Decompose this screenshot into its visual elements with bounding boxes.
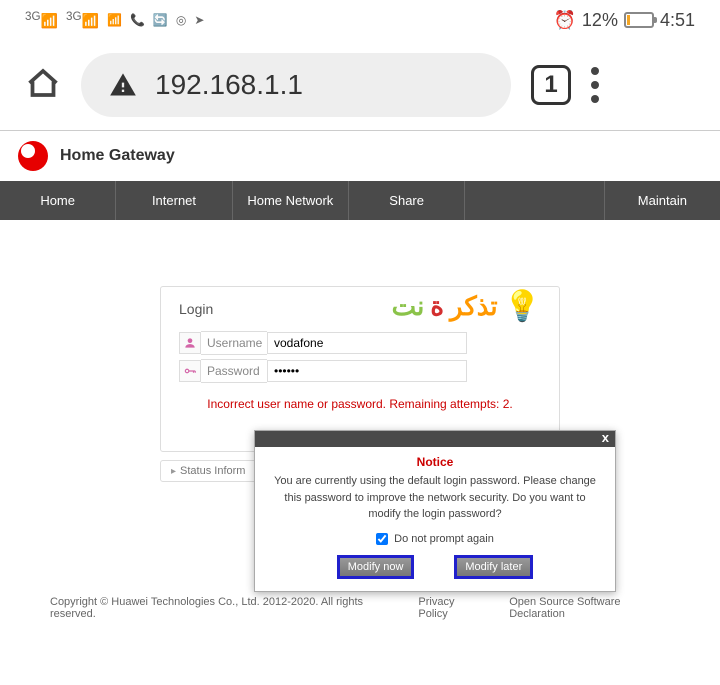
url-text: 192.168.1.1 bbox=[155, 69, 303, 101]
swift-icon: ➤ bbox=[194, 13, 204, 27]
nav-home[interactable]: Home bbox=[0, 181, 116, 220]
watermark-brand: نت ة تذكر 💡 bbox=[392, 289, 541, 324]
key-icon bbox=[179, 360, 201, 382]
privacy-link[interactable]: Privacy Policy bbox=[418, 596, 483, 620]
alarm-icon: ⏰ bbox=[554, 10, 576, 31]
password-row: Password bbox=[179, 359, 541, 383]
wifi-icon: 📶 bbox=[107, 13, 122, 27]
page-header: Home Gateway bbox=[0, 131, 720, 181]
nav-internet[interactable]: Internet bbox=[116, 181, 232, 220]
do-not-prompt-input[interactable] bbox=[376, 533, 388, 545]
status-right: ⏰ 12% 4:51 bbox=[554, 10, 696, 31]
modal-body: Notice You are currently using the defau… bbox=[255, 447, 615, 591]
username-label: Username bbox=[201, 331, 267, 355]
battery-pct: 12% bbox=[582, 10, 618, 31]
password-input[interactable] bbox=[267, 360, 467, 382]
phone-icon: 📞 bbox=[130, 13, 145, 27]
status-left: 3G📶 3G📶 📶 📞 🔄 ◎ ➤ bbox=[25, 10, 204, 30]
password-notice-modal: x Notice You are currently using the def… bbox=[254, 430, 616, 592]
copyright-text: Copyright © Huawei Technologies Co., Ltd… bbox=[50, 596, 392, 620]
nav-maintain[interactable]: Maintain bbox=[605, 181, 720, 220]
login-box: Login Username Password نت ة تذكر bbox=[160, 286, 560, 452]
chrome-icon: ◎ bbox=[176, 13, 186, 27]
modify-later-button[interactable]: Modify later bbox=[454, 555, 533, 579]
username-input[interactable] bbox=[267, 332, 467, 354]
nav-home-network[interactable]: Home Network bbox=[233, 181, 349, 220]
browser-toolbar: 192.168.1.1 1 bbox=[0, 40, 720, 130]
modify-now-button[interactable]: Modify now bbox=[337, 555, 415, 579]
browser-menu-button[interactable] bbox=[591, 67, 599, 103]
user-icon bbox=[179, 332, 201, 354]
vodafone-logo-icon bbox=[18, 141, 48, 171]
page-title: Home Gateway bbox=[60, 147, 175, 165]
browser-home-button[interactable] bbox=[25, 65, 61, 106]
signal-2: 3G📶 bbox=[66, 10, 99, 30]
modal-text: You are currently using the default logi… bbox=[267, 473, 603, 523]
clock-time: 4:51 bbox=[660, 10, 695, 31]
bulb-icon: 💡 bbox=[504, 289, 541, 324]
battery-icon bbox=[624, 12, 654, 28]
do-not-prompt-checkbox[interactable]: Do not prompt again bbox=[267, 533, 603, 545]
signal-1: 3G📶 bbox=[25, 10, 58, 30]
main-nav: Home Internet Home Network Share Maintai… bbox=[0, 181, 720, 220]
insecure-icon bbox=[109, 71, 137, 99]
modal-header: x bbox=[255, 431, 615, 447]
nav-spacer bbox=[465, 181, 604, 220]
android-status-bar: 3G📶 3G📶 📶 📞 🔄 ◎ ➤ ⏰ 12% 4:51 bbox=[0, 0, 720, 40]
modal-close-button[interactable]: x bbox=[602, 430, 609, 445]
sync-icon: 🔄 bbox=[153, 13, 168, 27]
login-error: Incorrect user name or password. Remaini… bbox=[179, 397, 541, 411]
modal-buttons: Modify now Modify later bbox=[267, 555, 603, 579]
tab-count-button[interactable]: 1 bbox=[531, 65, 571, 105]
username-row: Username bbox=[179, 331, 541, 355]
password-label: Password bbox=[201, 359, 267, 383]
nav-share[interactable]: Share bbox=[349, 181, 465, 220]
url-bar[interactable]: 192.168.1.1 bbox=[81, 53, 511, 117]
oss-link[interactable]: Open Source Software Declaration bbox=[509, 596, 670, 620]
modal-title: Notice bbox=[267, 455, 603, 469]
